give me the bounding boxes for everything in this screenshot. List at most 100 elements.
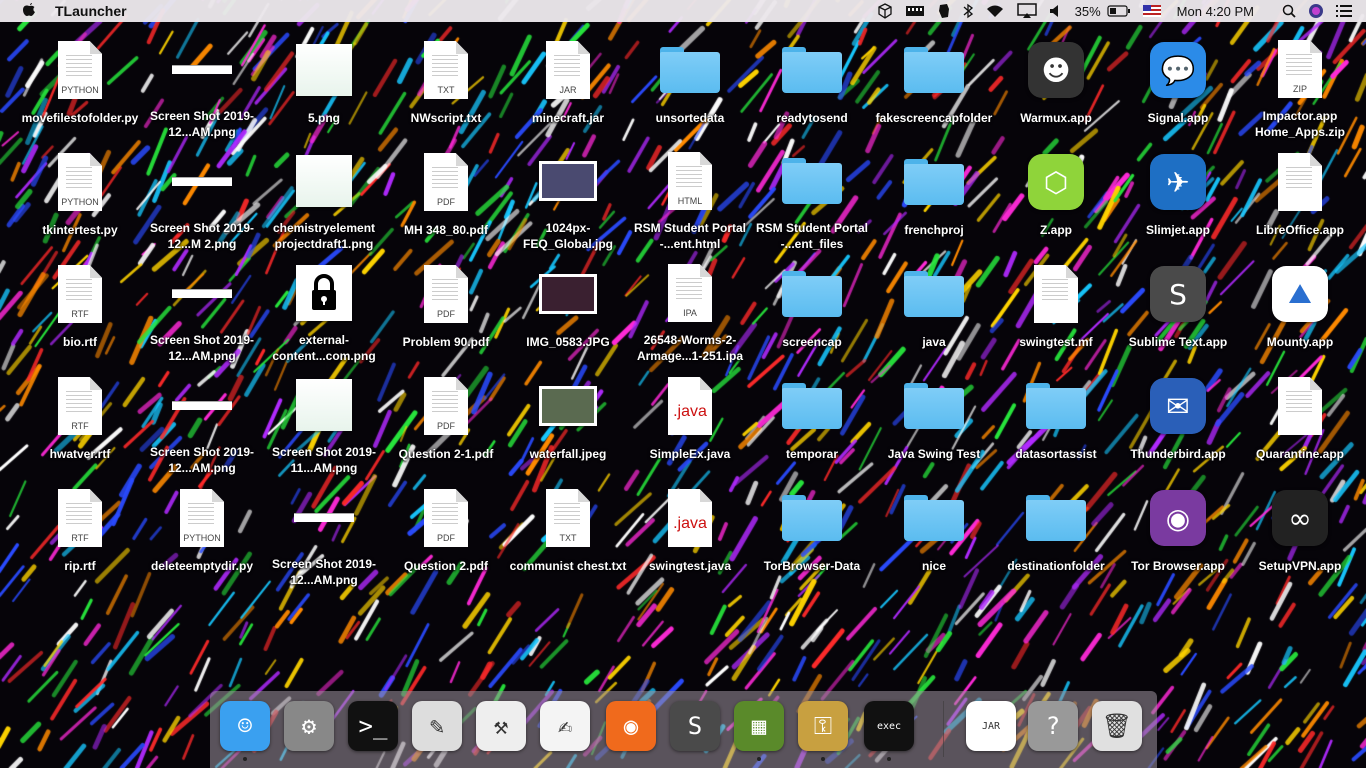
desktop-icon-hwatver-rtf[interactable]: RTF hwatver.rtf — [19, 366, 141, 476]
ram-icon[interactable] — [905, 0, 925, 22]
desktop-icon-screen-shot-2019-11-am-png[interactable]: Screen Shot 2019-11...AM.png — [263, 366, 385, 476]
desktop-icon-waterfall-jpeg[interactable]: waterfall.jpeg — [507, 366, 629, 476]
volume-icon[interactable] — [1049, 0, 1063, 22]
desktop-icon-external-content-com-png[interactable]: external-content...com.png — [263, 254, 385, 364]
desktop-icon-screencap[interactable]: screencap — [751, 254, 873, 364]
textedit-icon[interactable]: ✍ — [538, 699, 592, 753]
desktop-icon-swingtest-mf[interactable]: swingtest.mf — [995, 254, 1117, 364]
desktop-icon-rip-rtf[interactable]: RTF rip.rtf — [19, 478, 141, 588]
apple-icon[interactable] — [20, 1, 38, 21]
bluetooth-icon[interactable] — [963, 0, 973, 22]
desktop-icon-screen-shot-2019-12-am-png[interactable]: Screen Shot 2019-12...AM.png — [141, 30, 263, 140]
desktop-icon-deleteemptydir-py[interactable]: PYTHON deleteemptydir.py — [141, 478, 263, 588]
desktop-icon-communist-chest-txt[interactable]: TXT communist chest.txt — [507, 478, 629, 588]
photo-thumbnail-icon — [536, 262, 600, 326]
desktop-icon-nice[interactable]: nice — [873, 478, 995, 588]
script-editor-icon[interactable]: ✎ — [410, 699, 464, 753]
exec-terminal-icon[interactable]: exec — [862, 699, 916, 761]
desktop-icon-impactor-app-home-apps-zip[interactable]: ZIP Impactor.app Home_Apps.zip — [1239, 30, 1361, 140]
clock[interactable]: Mon 4:20 PM — [1177, 0, 1254, 22]
desktop-icon-label: nice — [921, 559, 946, 573]
keychain-access-icon[interactable]: ⚿ — [796, 699, 850, 761]
desktop-icon-fakescreencapfolder[interactable]: fakescreencapfolder — [873, 30, 995, 140]
desktop-icon-label: readytosend — [776, 111, 848, 125]
screenshot-thumbnail-icon — [170, 262, 234, 324]
desktop-icon-sublime-text-app[interactable]: S Sublime Text.app — [1117, 254, 1239, 364]
desktop-icon-screen-shot-2019-12-am-png[interactable]: Screen Shot 2019-12...AM.png — [141, 366, 263, 476]
desktop-icon-java-swing-test[interactable]: Java Swing Test — [873, 366, 995, 476]
unknown-app-icon[interactable]: ? — [1026, 699, 1080, 753]
spotlight-icon[interactable] — [1282, 0, 1296, 22]
desktop-icon-label: bio.rtf — [63, 335, 97, 349]
desktop-icon-movefilestofolder-py[interactable]: PYTHON movefilestofolder.py — [19, 30, 141, 140]
screenshot-thumbnail-icon — [292, 486, 356, 548]
desktop-icon-warmux-app[interactable]: ☻ Warmux.app — [995, 30, 1117, 140]
desktop-icon-setupvpn-app[interactable]: ∞ SetupVPN.app — [1239, 478, 1361, 588]
notification-center-icon[interactable] — [1336, 0, 1352, 22]
minecraft-icon[interactable]: ▦ — [732, 699, 786, 761]
desktop-icon-torbrowser-data[interactable]: TorBrowser-Data — [751, 478, 873, 588]
battery-percent[interactable]: 35% — [1075, 0, 1101, 22]
flag-input-icon[interactable] — [1142, 0, 1161, 22]
desktop-icon-simpleex-java[interactable]: .java SimpleEx.java — [629, 366, 751, 476]
desktop-icon-swingtest-java[interactable]: .java swingtest.java — [629, 478, 751, 588]
desktop-icon-temporar[interactable]: temporar — [751, 366, 873, 476]
desktop-icon-1024px-feq-global-jpg[interactable]: 1024px-FEQ_Global.jpg — [507, 142, 629, 252]
desktop-icon-readytosend[interactable]: readytosend — [751, 30, 873, 140]
jar-file-icon[interactable]: JAR — [964, 699, 1018, 753]
desktop-icon-quarantine-app[interactable]: Quarantine.app — [1239, 366, 1361, 476]
app-name[interactable]: TLauncher — [55, 3, 127, 19]
desktop-icon-screen-shot-2019-12-am-png[interactable]: Screen Shot 2019-12...AM.png — [263, 478, 385, 588]
desktop-icon-screen-shot-2019-12-am-png[interactable]: Screen Shot 2019-12...AM.png — [141, 254, 263, 364]
system-preferences-icon[interactable]: ⚙ — [282, 699, 336, 753]
desktop-icon-question-2-1-pdf[interactable]: PDF Question 2-1.pdf — [385, 366, 507, 476]
terminal-icon[interactable]: >_ — [346, 699, 400, 753]
desktop-icon-tkintertest-py[interactable]: PYTHON tkintertest.py — [19, 142, 141, 252]
desktop-icon-tor-browser-app[interactable]: ◉ Tor Browser.app — [1117, 478, 1239, 588]
desktop-icon-z-app[interactable]: ⬡ Z.app — [995, 142, 1117, 252]
desktop-icon-minecraft-jar[interactable]: JAR minecraft.jar — [507, 30, 629, 140]
trash-icon[interactable]: 🗑 — [1090, 699, 1144, 753]
siri-icon[interactable] — [1308, 0, 1324, 22]
desktop-icon-rsm-student-portal-ent-html[interactable]: HTML RSM Student Portal -...ent.html — [629, 142, 751, 252]
virtualbox-icon[interactable] — [877, 0, 893, 22]
desktop-icon-mh-348-80-pdf[interactable]: PDF MH 348_80.pdf — [385, 142, 507, 252]
desktop-icon-mounty-app[interactable]: ⛰ Mounty.app — [1239, 254, 1361, 364]
desktop-icon-screen-shot-2019-12-m-2-png[interactable]: Screen Shot 2019-12...M 2.png — [141, 142, 263, 252]
desktop-icon-signal-app[interactable]: 💬 Signal.app — [1117, 30, 1239, 140]
desktop-icon-datasortassist[interactable]: datasortassist — [995, 366, 1117, 476]
battery-icon[interactable] — [1107, 0, 1131, 22]
firefox-icon[interactable]: ◉ — [604, 699, 658, 753]
app-icon: ✉ — [1146, 374, 1210, 438]
folder-icon — [902, 374, 966, 438]
folder-icon — [780, 486, 844, 550]
folder-icon — [780, 38, 844, 102]
desktop-icon-unsortedata[interactable]: unsortedata — [629, 30, 751, 140]
desktop-icon-bio-rtf[interactable]: RTF bio.rtf — [19, 254, 141, 364]
desktop-icon-rsm-student-portal-ent-files[interactable]: RSM Student Portal -...ent_files — [751, 142, 873, 252]
airplay-icon[interactable] — [1016, 0, 1037, 22]
folder-icon — [780, 374, 844, 438]
desktop-icon-slimjet-app[interactable]: ✈ Slimjet.app — [1117, 142, 1239, 252]
finder-icon[interactable]: ☺ — [218, 699, 272, 761]
evernote-icon[interactable] — [937, 0, 951, 22]
desktop-icon-thunderbird-app[interactable]: ✉ Thunderbird.app — [1117, 366, 1239, 476]
desktop-icon-26548-worms-2-armage-1-251-ipa[interactable]: IPA 26548-Worms-2-Armage...1-251.ipa — [629, 254, 751, 364]
document-icon — [1024, 262, 1088, 326]
xcode-instruments-icon[interactable]: ⚒ — [474, 699, 528, 753]
desktop-icon-nwscript-txt[interactable]: TXT NWscript.txt — [385, 30, 507, 140]
desktop-icon-java[interactable]: java — [873, 254, 995, 364]
desktop-icon-question-2-pdf[interactable]: PDF Question 2.pdf — [385, 478, 507, 588]
desktop-icon-img-0583-jpg[interactable]: IMG_0583.JPG — [507, 254, 629, 364]
document-icon: RTF — [48, 374, 112, 438]
desktop-icon-problem-90-pdf[interactable]: PDF Problem 90.pdf — [385, 254, 507, 364]
desktop-icon-destinationfolder[interactable]: destinationfolder — [995, 478, 1117, 588]
desktop-icon-chemistryelement-projectdraft1-png[interactable]: chemistryelement projectdraft1.png — [263, 142, 385, 252]
desktop-icon-libreoffice-app[interactable]: LibreOffice.app — [1239, 142, 1361, 252]
app-icon: ✈ — [1146, 150, 1210, 214]
sublime-text-icon[interactable]: S — [668, 699, 722, 753]
desktop-icon-frenchproj[interactable]: frenchproj — [873, 142, 995, 252]
app-icon: ◉ — [1146, 486, 1210, 550]
wifi-icon[interactable] — [985, 0, 1005, 22]
desktop-icon-5-png[interactable]: 5.png — [263, 30, 385, 140]
